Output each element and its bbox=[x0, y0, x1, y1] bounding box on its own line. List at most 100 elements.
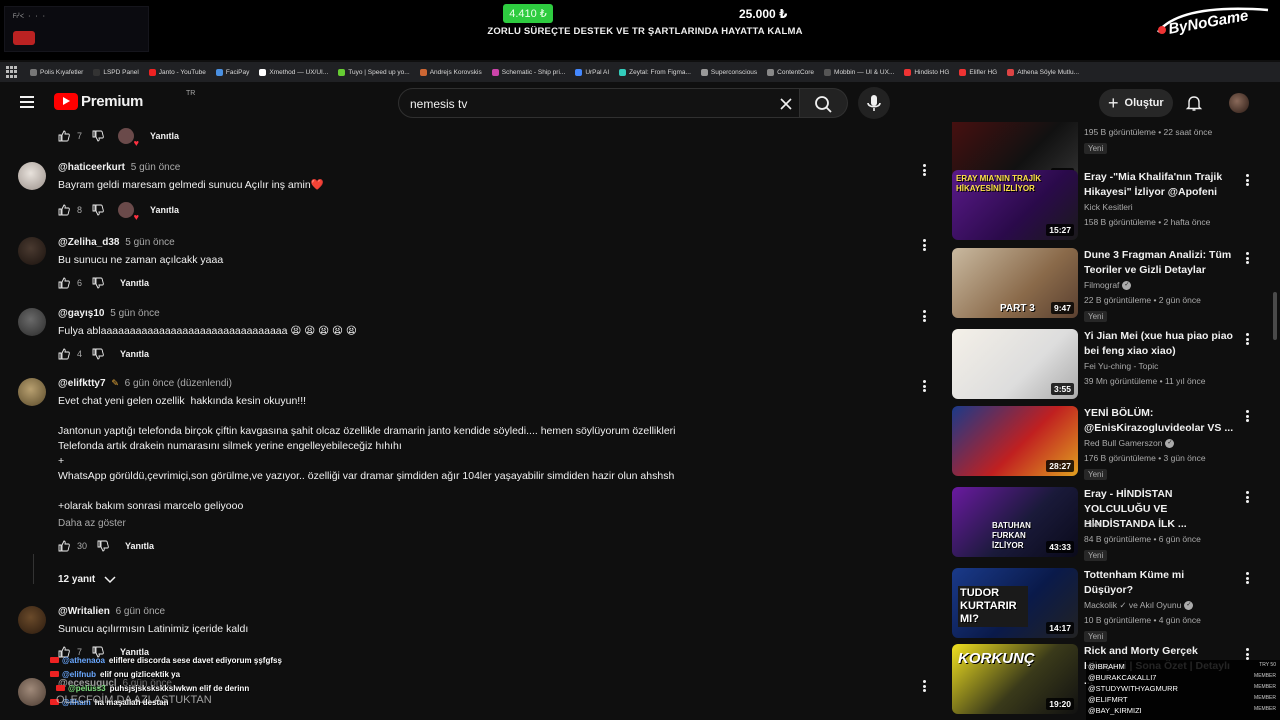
comment-author[interactable]: @gayış10 bbox=[58, 308, 104, 319]
video-title[interactable]: Eray - HİNDİSTAN YOLCULUĞU VE HİNDİSTAND… bbox=[1084, 487, 1234, 532]
comment-author[interactable]: @Writalien bbox=[58, 606, 110, 617]
video-thumbnail[interactable]: KORKUNÇ 19:20 bbox=[952, 644, 1078, 714]
commenter-avatar[interactable] bbox=[18, 308, 46, 336]
dislike-icon[interactable] bbox=[92, 348, 104, 360]
reply-button[interactable]: Yanıtla bbox=[150, 205, 179, 215]
page-scrollbar[interactable] bbox=[1273, 292, 1277, 340]
recommended-video[interactable]: 28:27 YENİ BÖLÜM: @EnisKirazogluvideolar … bbox=[952, 406, 1262, 480]
comment-author[interactable]: @haticeerkurt bbox=[58, 162, 125, 173]
comment-time[interactable]: 5 gün önce bbox=[131, 162, 181, 173]
commenter-avatar[interactable] bbox=[18, 162, 46, 190]
commenter-avatar[interactable] bbox=[18, 606, 46, 634]
create-button[interactable]: + Oluştur bbox=[1099, 89, 1173, 117]
channel-name[interactable]: Kick Kesitleri bbox=[1084, 202, 1133, 212]
bookmark-item[interactable]: Xmethod — UX/UI... bbox=[259, 68, 328, 76]
video-thumbnail[interactable]: 28:27 bbox=[952, 406, 1078, 476]
notifications-bell-icon[interactable] bbox=[1185, 94, 1203, 112]
like-icon[interactable] bbox=[58, 540, 70, 552]
video-more-options-icon[interactable] bbox=[1246, 491, 1250, 503]
bookmark-item[interactable]: LSPD Panel bbox=[93, 68, 139, 76]
dislike-icon[interactable] bbox=[97, 540, 109, 552]
reply-button[interactable]: Yanıtla bbox=[150, 131, 179, 141]
bookmark-item[interactable]: ContentCore bbox=[767, 68, 814, 76]
show-less-link[interactable]: Daha az göster bbox=[58, 518, 126, 529]
recommended-video[interactable]: ERAY MIA'NIN TRAJİK HİKAYESİNİ İZLİYOR 15… bbox=[952, 170, 1262, 242]
video-title[interactable]: Dune 3 Fragman Analizi: Tüm Teoriler ve … bbox=[1084, 248, 1234, 278]
comment-more-options-icon[interactable] bbox=[923, 680, 927, 692]
video-more-options-icon[interactable] bbox=[1246, 410, 1250, 422]
bookmark-label: LSPD Panel bbox=[103, 68, 139, 76]
dislike-icon[interactable] bbox=[92, 277, 104, 289]
like-icon[interactable] bbox=[58, 348, 70, 360]
like-icon[interactable] bbox=[58, 204, 70, 216]
comment-time[interactable]: 5 gün önce bbox=[125, 237, 175, 248]
reply-button[interactable]: Yanıtla bbox=[125, 541, 154, 551]
apps-grid-icon[interactable] bbox=[6, 66, 18, 78]
video-more-options-icon[interactable] bbox=[1246, 333, 1250, 345]
video-thumbnail[interactable]: ERAY MIA'NIN TRAJİK HİKAYESİNİ İZLİYOR 15… bbox=[952, 170, 1078, 240]
bookmark-item[interactable]: Superconscious bbox=[700, 68, 757, 76]
bookmark-item[interactable]: Hindisto HG bbox=[904, 68, 949, 76]
replies-toggle[interactable]: 12 yanıt bbox=[58, 574, 117, 585]
video-more-options-icon[interactable] bbox=[1246, 174, 1250, 186]
video-more-options-icon[interactable] bbox=[1246, 252, 1250, 264]
recommended-video[interactable]: TUDOR KURTARIR MI? 14:17 Tottenham Küme mi… bbox=[952, 568, 1262, 642]
channel-name[interactable]: Cilet bbox=[1084, 519, 1101, 529]
comment-time[interactable]: 5 gün önce bbox=[110, 308, 160, 319]
search-input[interactable]: nemesis tv bbox=[398, 88, 800, 118]
search-button[interactable] bbox=[800, 88, 848, 118]
video-more-options-icon[interactable] bbox=[1246, 648, 1250, 660]
video-title[interactable]: Yi Jian Mei (xue hua piao piao bei feng … bbox=[1084, 329, 1234, 359]
bookmark-item[interactable]: Schematic - Ship pri... bbox=[491, 68, 565, 76]
video-more-options-icon[interactable] bbox=[1246, 572, 1250, 584]
bookmark-item[interactable]: Mobbin — UI & UX... bbox=[824, 68, 894, 76]
video-thumbnail[interactable]: 3:55 bbox=[952, 329, 1078, 399]
like-icon[interactable] bbox=[58, 130, 70, 142]
reply-button[interactable]: Yanıtla bbox=[120, 278, 149, 288]
commenter-avatar[interactable] bbox=[18, 237, 46, 265]
recommended-video[interactable]: BATUHAN FURKAN İZLİYOR 43:33 Eray - HİNDİS… bbox=[952, 487, 1262, 561]
video-title[interactable]: YENİ BÖLÜM: @EnisKirazogluvideolar VS ..… bbox=[1084, 406, 1234, 436]
video-duration: 14:17 bbox=[1046, 622, 1074, 634]
comment-time[interactable]: 6 gün önce (düzenlendi) bbox=[125, 378, 232, 389]
bookmark-item[interactable]: UrPal AI bbox=[575, 68, 609, 76]
youtube-header: Premium TR nemesis tv + Oluştur bbox=[0, 84, 1280, 122]
channel-name[interactable]: Red Bull Gamerszon ✓ bbox=[1084, 438, 1175, 449]
bookmark-item[interactable]: Polis Kıyafetler bbox=[30, 68, 83, 76]
recommended-video[interactable]: 3:55 Yi Jian Mei (xue hua piao piao bei f… bbox=[952, 329, 1262, 401]
bookmark-item[interactable]: Andrejs Korovskis bbox=[419, 68, 482, 76]
comment-author[interactable]: @Zeliha_d38 bbox=[58, 237, 119, 248]
channel-name[interactable]: Fei Yu-ching - Topic bbox=[1084, 361, 1158, 371]
bookmark-item[interactable]: Zeytal: From Figma... bbox=[619, 68, 691, 76]
bookmark-item[interactable]: Elifler HG bbox=[959, 68, 997, 76]
youtube-premium-logo[interactable]: Premium TR bbox=[54, 90, 195, 110]
comment-more-options-icon[interactable] bbox=[923, 380, 927, 392]
bookmark-item[interactable]: FaciPay bbox=[215, 68, 249, 76]
bookmark-item[interactable]: Athena Söyle Mutlu... bbox=[1007, 68, 1079, 76]
channel-name[interactable]: Mackolik ✓ ve Akıl Oyunu ✓ bbox=[1084, 600, 1194, 611]
bookmark-item[interactable]: Tuyo | Speed up yo... bbox=[338, 68, 410, 76]
recommended-video[interactable]: PART 3 9:47 Dune 3 Fragman Analizi: Tüm Te… bbox=[952, 248, 1262, 322]
hamburger-menu-icon[interactable] bbox=[20, 96, 34, 108]
clear-search-icon[interactable] bbox=[778, 96, 794, 112]
video-thumbnail[interactable]: PART 3 9:47 bbox=[952, 248, 1078, 318]
video-thumbnail[interactable]: TUDOR KURTARIR MI? 14:17 bbox=[952, 568, 1078, 638]
video-thumbnail[interactable]: BATUHAN FURKAN İZLİYOR 43:33 bbox=[952, 487, 1078, 557]
account-avatar[interactable] bbox=[1229, 93, 1249, 113]
reply-button[interactable]: Yanıtla bbox=[120, 349, 149, 359]
video-title[interactable]: Eray -"Mia Khalifa'nın Trajik Hikayesi" … bbox=[1084, 170, 1234, 200]
video-title[interactable]: Tottenham Küme mi Düşüyor? bbox=[1084, 568, 1234, 598]
bookmark-item[interactable]: Janto - YouTube bbox=[148, 68, 206, 76]
commenter-avatar[interactable] bbox=[18, 378, 46, 406]
like-icon[interactable] bbox=[58, 277, 70, 289]
voice-search-button[interactable] bbox=[858, 87, 890, 119]
comment-more-options-icon[interactable] bbox=[923, 310, 927, 322]
channel-name[interactable]: Filmograf ✓ bbox=[1084, 280, 1132, 291]
comment-more-options-icon[interactable] bbox=[923, 164, 927, 176]
dislike-icon[interactable] bbox=[92, 130, 104, 142]
comment-author[interactable]: @elifktty7 bbox=[58, 378, 106, 389]
dislike-icon[interactable] bbox=[92, 204, 104, 216]
commenter-avatar[interactable] bbox=[18, 678, 46, 706]
comment-time[interactable]: 6 gün önce bbox=[116, 606, 166, 617]
comment-more-options-icon[interactable] bbox=[923, 239, 927, 251]
